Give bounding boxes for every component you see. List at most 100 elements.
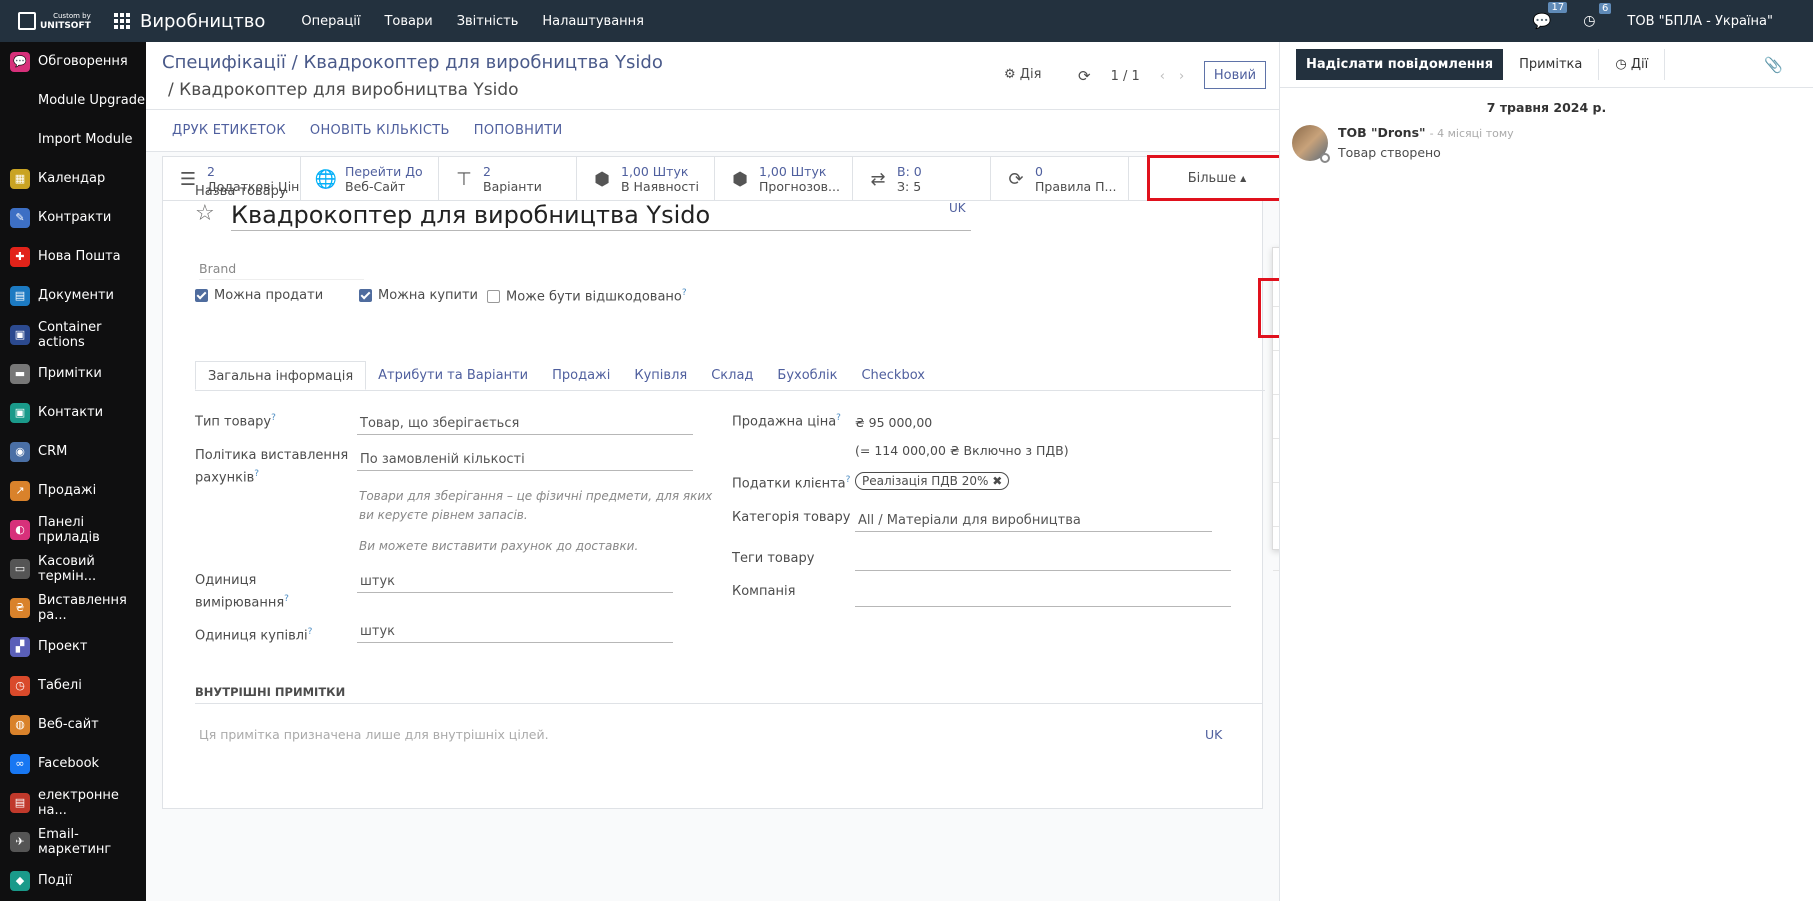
sidebar-item-label: Контакти [38,405,104,420]
refresh-icon[interactable]: ⟳ [1078,67,1091,85]
sidebar-item[interactable]: ▤ електронне на... [0,783,146,822]
message-author[interactable]: ТОВ "Drons" [1338,125,1426,140]
paperclip-icon[interactable]: 📎 [1764,56,1783,74]
send-message-button[interactable]: Надіслати повідомлення [1296,49,1504,80]
company-label: Компанія [732,584,796,599]
sidebar-item[interactable]: ↗ Продажі [0,471,146,510]
notes-icon: ▬ [10,363,30,384]
brand-field[interactable]: Brand [199,261,364,280]
menu-settings[interactable]: Налаштування [530,14,656,29]
company-switcher[interactable]: ТОВ "БПЛА - Україна" [1627,14,1773,29]
sidebar-item[interactable]: ◷ Табелі [0,666,146,705]
message-body: Товар створено [1338,145,1441,160]
smart-button[interactable]: ⬢ 1,00 Штук Прогнозов... [715,157,853,201]
can-refund-checkbox[interactable]: Може бути відшкодовано? [487,288,687,304]
tab-sales[interactable]: Продажі [540,361,622,390]
activities-button[interactable]: ◷ Дії [1598,49,1666,80]
menu-products[interactable]: Товари [372,14,444,29]
tab-inventory[interactable]: Склад [699,361,765,390]
chevron-left-icon[interactable]: ‹ [1160,69,1165,84]
smart-button-label: Варіанти [483,179,542,194]
sidebar-item-label: електронне на... [38,787,119,818]
product-type-hint: Товари для зберігання – це фізичні предм… [359,489,713,522]
update-quantity-button[interactable]: ОНОВІТЬ КІЛЬКІСТЬ [310,123,450,138]
tags-field[interactable] [855,551,1231,571]
smart-button[interactable]: ⇄ В: 0 З: 5 [853,157,991,201]
tab-purchase[interactable]: Купівля [622,361,699,390]
refresh-icon: ⟳ [1008,168,1024,190]
uom-field[interactable]: штук [357,571,673,593]
sidebar-item[interactable]: ▭ Касовий термін... [0,549,146,588]
print-labels-button[interactable]: ДРУК ЕТИКЕТОК [172,123,286,138]
replenish-button[interactable]: ПОПОВНИТИ [474,123,563,138]
chatter-panel: Надіслати повідомлення Примітка ◷ Дії 📎 … [1279,42,1813,901]
product-name-label: Назва товару [195,184,287,199]
messages-button[interactable]: 💬 17 [1532,2,1568,30]
sidebar-item[interactable]: ▞ Проект [0,627,146,666]
tab-general-info[interactable]: Загальна інформація [195,361,367,390]
internal-notes-field[interactable]: Ця примітка призначена лише для внутрішн… [199,727,549,742]
sidebar-item[interactable]: ▦ Календар [0,159,146,198]
new-button[interactable]: Новий [1204,61,1266,89]
menu-operations[interactable]: Операції [289,14,372,29]
product-type-select[interactable]: Товар, що зберігається [357,413,693,435]
sidebar-item[interactable]: ◍ Веб-сайт [0,705,146,744]
sidebar-item[interactable]: ◆ Події [0,861,146,900]
can-buy-checkbox[interactable]: Можна купити [359,288,478,303]
breadcrumb-mid-link[interactable]: Квадрокоптер для виробництва Ysido [303,52,662,73]
smart-button[interactable]: ⬢ 1,00 Штук В Наявності [577,157,715,201]
star-icon[interactable]: ☆ [195,201,215,226]
sales-icon: ↗ [10,480,30,501]
chevron-right-icon[interactable]: › [1179,69,1184,84]
sidebar-item[interactable]: ▣ Контакти [0,393,146,432]
avatar[interactable] [1292,125,1330,163]
tab-attributes[interactable]: Атрибути та Варіанти [366,361,540,390]
sidebar-item[interactable]: ◉ CRM [0,432,146,471]
category-field[interactable]: All / Матеріали для виробництва [855,510,1212,532]
action-button[interactable]: ⚙ Дія [1004,67,1041,82]
sale-price-field[interactable]: ₴ 95 000,00 [855,415,932,430]
sidebar-item[interactable]: ▤ Документи [0,276,146,315]
sidebar-item[interactable]: 💬 Обговорення [0,42,146,81]
invoice-policy-select[interactable]: По замовленій кількості [357,449,693,471]
sidebar-item[interactable]: ◐ Панелі приладів [0,510,146,549]
chat-bubble-icon: 💬 [1532,12,1552,30]
tab-accounting[interactable]: Бухоблік [765,361,849,390]
breadcrumb-parent-link[interactable]: Специфікації [162,52,286,73]
menu-reporting[interactable]: Звітність [445,14,531,29]
app-title[interactable]: Виробництво [140,11,265,32]
sidebar-item[interactable]: Module Upgrade [0,81,146,120]
notes-translate-button[interactable]: UK [1205,727,1222,742]
remove-tag-icon[interactable]: ✖ [992,474,1002,488]
company-field[interactable] [855,587,1231,607]
messages-badge: 17 [1548,2,1568,13]
more-button[interactable]: Більше ▲ [1147,155,1287,201]
apps-menu-icon[interactable] [114,13,130,29]
sidebar-item[interactable]: ▬ Примітки [0,354,146,393]
sidebar-item[interactable]: Import Module [0,120,146,159]
activities-button[interactable]: ◷ 6 [1583,3,1612,29]
sidebar-item[interactable]: ₴ Виставлення ра... [0,588,146,627]
purchase-uom-field[interactable]: штук [357,621,673,643]
sidebar-item-label: Module Upgrade [38,93,145,108]
customer-tax-tag[interactable]: Реалізація ПДВ 20% ✖ [855,472,1010,490]
main-content: Специфікації / Квадрокоптер для виробниц… [146,42,1408,901]
brand-logo[interactable]: Custom by UNITSOFT [0,0,92,42]
tab-checkbox[interactable]: Checkbox [849,361,937,390]
translate-button[interactable]: UK [949,201,966,215]
smart-button[interactable]: ⟳ 0 Правила П... [991,157,1129,201]
invoice-policy-label: Політика виставлення рахунків? [195,448,349,486]
sidebar-item[interactable]: ▣ Container actions [0,315,146,354]
can-sell-checkbox[interactable]: Можна продати [195,288,323,303]
pager-value[interactable]: 1 / 1 [1111,69,1140,84]
sidebar-item[interactable]: ∞ Facebook [0,744,146,783]
sidebar-item[interactable]: ✈ Email-маркетинг [0,822,146,861]
smart-button[interactable]: 🌐 Перейти До Веб-Сайт [301,157,439,201]
smart-button[interactable]: ⊤ 2 Варіанти [439,157,577,201]
sidebar-item[interactable]: ✚ Нова Пошта [0,237,146,276]
product-name-input[interactable]: Квадрокоптер для виробництва Ysido [231,201,971,231]
sidebar-item[interactable]: ✎ Контракти [0,198,146,237]
sidebar-item-label: Веб-сайт [38,717,99,732]
timesheet-icon: ◷ [10,675,30,696]
log-note-button[interactable]: Примітка [1503,49,1598,80]
